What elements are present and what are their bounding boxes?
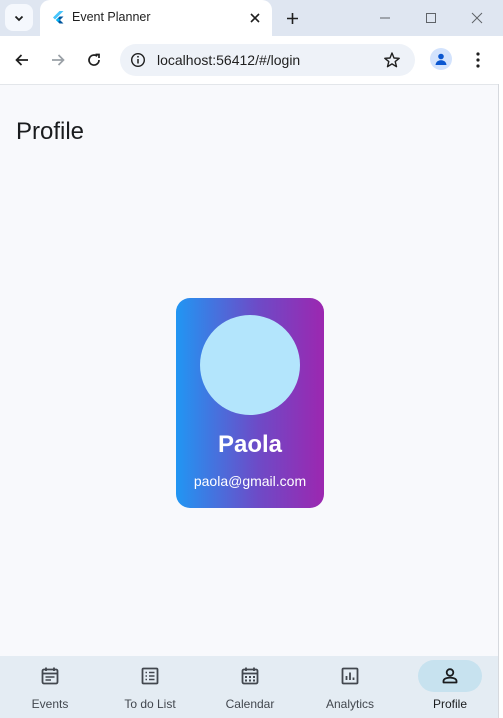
forward-button[interactable] xyxy=(46,48,70,72)
avatar xyxy=(200,315,300,415)
page-title: Profile xyxy=(16,118,85,145)
minimize-button[interactable] xyxy=(372,6,398,30)
reload-icon xyxy=(88,53,100,66)
nav-label-events: Events xyxy=(31,697,69,711)
back-button[interactable] xyxy=(10,48,34,72)
browser-menu-button[interactable] xyxy=(468,48,488,72)
browser-tab-strip: Event Planner xyxy=(0,0,503,36)
nav-label-calendar: Calendar xyxy=(225,697,275,711)
window-close-button[interactable] xyxy=(464,6,490,30)
close-icon xyxy=(250,13,260,23)
event-note-icon xyxy=(41,667,59,685)
star-icon[interactable] xyxy=(383,51,401,69)
plus-icon xyxy=(286,12,298,24)
bottom-navigation-bar: Events To do List Calendar Analytics Pro… xyxy=(0,656,498,718)
profile-email: paola@gmail.com xyxy=(193,473,307,489)
calendar-icon xyxy=(241,667,259,685)
url-text: localhost:56412/#/login xyxy=(157,52,301,68)
tab-close-button[interactable] xyxy=(246,9,264,27)
person-icon xyxy=(442,668,458,684)
nav-item-events[interactable]: Events xyxy=(0,656,100,718)
nav-label-todo-list: To do List xyxy=(124,697,176,711)
tab-title: Event Planner xyxy=(72,10,151,24)
site-info-icon[interactable] xyxy=(130,52,146,68)
reload-button[interactable] xyxy=(82,48,106,72)
address-bar[interactable]: localhost:56412/#/login xyxy=(120,44,415,76)
close-icon xyxy=(471,12,483,24)
arrow-left-icon xyxy=(15,54,28,66)
arrow-right-icon xyxy=(52,54,65,66)
flutter-favicon-icon xyxy=(53,11,64,24)
window-edge xyxy=(498,84,503,718)
nav-item-analytics[interactable]: Analytics xyxy=(300,656,400,718)
profile-name: Paola xyxy=(217,431,283,458)
maximize-button[interactable] xyxy=(418,6,444,30)
browser-profile-button[interactable] xyxy=(430,48,452,70)
analytics-icon xyxy=(341,667,359,685)
nav-item-calendar[interactable]: Calendar xyxy=(200,656,300,718)
chevron-down-icon xyxy=(14,15,24,21)
nav-label-profile: Profile xyxy=(432,697,467,711)
nav-item-todo-list[interactable]: To do List xyxy=(100,656,200,718)
browser-toolbar: localhost:56412/#/login xyxy=(0,36,503,85)
maximize-icon xyxy=(426,13,436,23)
browser-tab[interactable]: Event Planner xyxy=(40,0,272,36)
list-icon xyxy=(141,667,159,685)
profile-card: Paola paola@gmail.com xyxy=(176,298,324,508)
nav-item-profile[interactable]: Profile xyxy=(400,656,500,718)
minimize-icon xyxy=(380,17,390,19)
tab-search-button[interactable] xyxy=(5,4,33,31)
nav-label-analytics: Analytics xyxy=(325,697,375,711)
account-icon xyxy=(435,53,447,65)
new-tab-button[interactable] xyxy=(281,7,303,29)
more-vert-icon xyxy=(476,52,480,68)
